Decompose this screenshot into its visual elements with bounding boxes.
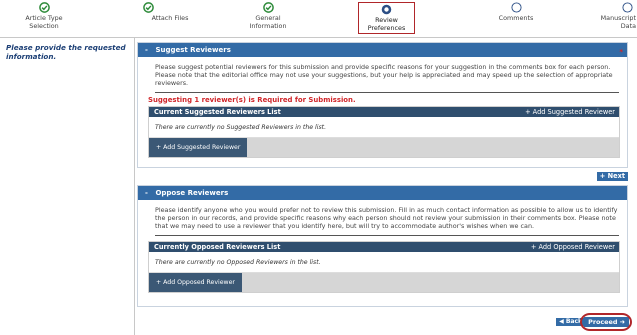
current-step-icon xyxy=(381,4,392,15)
panel-title: Suggest Reviewers xyxy=(155,46,231,54)
empty-list-message: There are currently no Suggested Reviewe… xyxy=(149,117,619,138)
add-opposed-reviewer-button[interactable]: + Add Opposed Reviewer xyxy=(149,272,242,292)
opposed-reviewers-list: Currently Opposed Reviewers List + Add O… xyxy=(148,240,620,293)
list-footer: + Add Suggested Reviewer xyxy=(149,137,619,157)
step-comments[interactable]: Comments xyxy=(490,2,542,22)
step-general-information[interactable]: General Information xyxy=(228,2,308,30)
step-label: Information xyxy=(249,22,287,30)
step-label: Article Type xyxy=(25,14,63,22)
bottom-navigation: ◀ Back Proceed ➜ xyxy=(521,313,632,331)
step-label: Preferences xyxy=(367,24,406,32)
step-manuscript-data[interactable]: Manuscript Data xyxy=(598,2,636,30)
step-review-preferences[interactable]: Review Preferences xyxy=(358,2,415,34)
list-title: Current Suggested Reviewers List xyxy=(154,107,281,116)
empty-circle-icon xyxy=(510,2,522,13)
submission-step-bar: Article Type Selection Attach Files Gene… xyxy=(0,0,637,38)
step-label: Review xyxy=(375,16,398,24)
suggest-instructions: Please suggest potential reviewers for t… xyxy=(155,63,619,93)
suggested-reviewers-list: Current Suggested Reviewers List + Add S… xyxy=(148,105,620,158)
next-button[interactable]: + Next xyxy=(596,172,628,181)
list-header: Current Suggested Reviewers List + Add S… xyxy=(149,106,619,117)
suggest-reviewers-panel: - Suggest Reviewers * Please suggest pot… xyxy=(137,42,628,168)
list-header: Currently Opposed Reviewers List + Add O… xyxy=(149,241,619,252)
column-divider xyxy=(134,38,135,335)
collapse-icon[interactable]: - xyxy=(145,43,153,57)
required-star: * xyxy=(619,48,623,56)
list-footer: + Add Opposed Reviewer xyxy=(149,272,619,292)
add-suggested-reviewer-link[interactable]: + Add Suggested Reviewer xyxy=(525,107,615,117)
step-label: Data xyxy=(620,22,636,30)
add-suggested-reviewer-button[interactable]: + Add Suggested Reviewer xyxy=(149,137,248,157)
empty-list-message: There are currently no Opposed Reviewers… xyxy=(149,252,619,273)
add-opposed-reviewer-link[interactable]: + Add Opposed Reviewer xyxy=(531,242,615,252)
empty-circle-icon xyxy=(622,2,633,13)
back-arrow-icon: ◀ xyxy=(559,318,566,325)
check-circle-icon xyxy=(38,2,50,13)
collapse-icon[interactable]: - xyxy=(145,186,153,200)
panel-title: Oppose Reviewers xyxy=(155,189,229,197)
step-article-type[interactable]: Article Type Selection xyxy=(14,2,74,30)
next-row: + Next xyxy=(137,172,628,182)
oppose-instructions: Please identify anyone who you would pre… xyxy=(155,206,619,236)
step-label: Manuscript xyxy=(600,14,636,22)
list-title: Currently Opposed Reviewers List xyxy=(154,242,281,251)
oppose-reviewers-panel: - Oppose Reviewers Please identify anyon… xyxy=(137,185,628,307)
step-label: Selection xyxy=(29,22,59,30)
suggest-reviewers-header[interactable]: - Suggest Reviewers * xyxy=(138,43,627,57)
oppose-reviewers-header[interactable]: - Oppose Reviewers xyxy=(138,186,627,200)
step-label: Comments xyxy=(498,14,534,22)
check-circle-icon xyxy=(143,2,154,13)
proceed-highlight-ring xyxy=(580,313,632,331)
step-label: General xyxy=(255,14,281,22)
step-attach-files[interactable]: Attach Files xyxy=(140,2,200,22)
step-label: Attach Files xyxy=(151,14,189,22)
page-prompt: Please provide the requested information… xyxy=(6,43,126,61)
requirement-message: Suggesting 1 reviewer(s) is Required for… xyxy=(148,95,356,104)
check-circle-icon xyxy=(262,2,274,13)
